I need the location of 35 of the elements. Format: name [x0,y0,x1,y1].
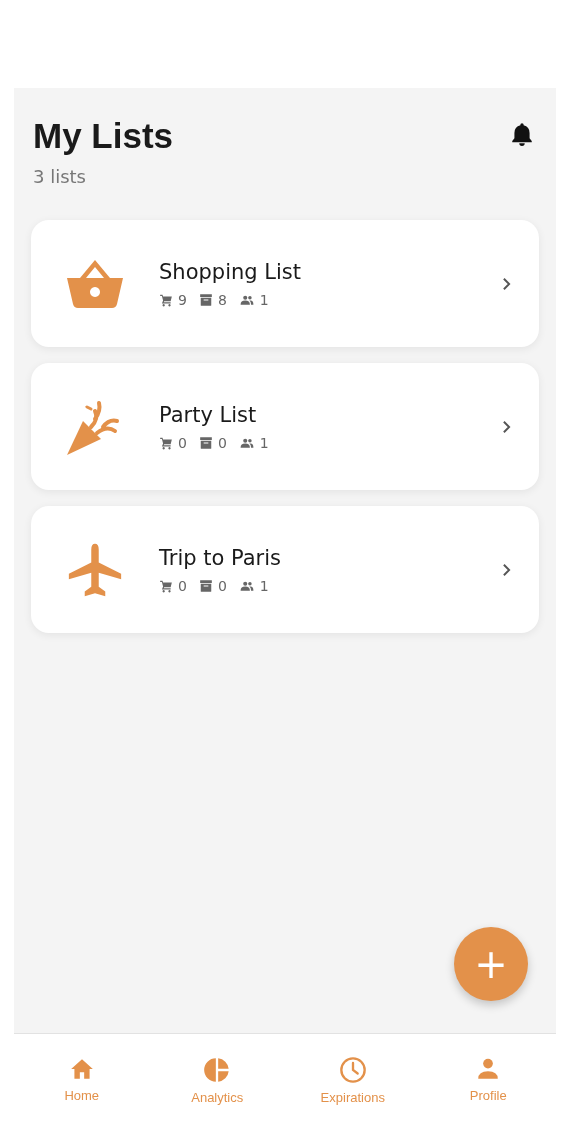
bell-icon[interactable] [509,120,535,148]
list-name: Shopping List [159,259,302,284]
cart-icon [159,578,173,593]
list-card[interactable]: Trip to Paris 0 0 1 [31,506,539,633]
pie-chart-icon [203,1056,232,1084]
cart-count: 9 [178,291,187,308]
archive-count: 8 [217,291,227,308]
chevron-icon [502,562,511,577]
cart-count: 0 [178,577,187,594]
list-card[interactable]: Party List 0 0 1 [31,363,539,490]
airplane-icon [67,541,123,598]
chevron-icon [502,419,511,434]
member-count: 1 [259,577,269,594]
add-button[interactable]: + [454,927,528,1001]
cart-icon [159,292,173,307]
member-count: 1 [259,291,269,308]
page-title: My Lists [33,116,174,156]
clock-icon [338,1056,367,1084]
list-card[interactable]: Shopping List 9 8 1 [31,220,539,347]
chevron-icon [502,276,511,291]
list-count: 3 lists [33,166,87,187]
nav-tab[interactable]: Expirations [297,1056,408,1105]
list-name: Party List [159,402,258,427]
archive-icon [198,578,213,593]
nav-tab[interactable]: Profile [433,1056,544,1103]
archive-icon [198,435,213,450]
list-name: Trip to Paris [159,545,282,570]
nav-tab[interactable]: Analytics [162,1056,273,1105]
nav-tab[interactable]: Home [26,1056,137,1103]
archive-count: 0 [217,577,227,594]
archive-count: 0 [217,434,227,451]
cart-icon [159,435,173,450]
member-count: 1 [259,434,269,451]
archive-icon [198,292,213,307]
cart-count: 0 [178,434,187,451]
